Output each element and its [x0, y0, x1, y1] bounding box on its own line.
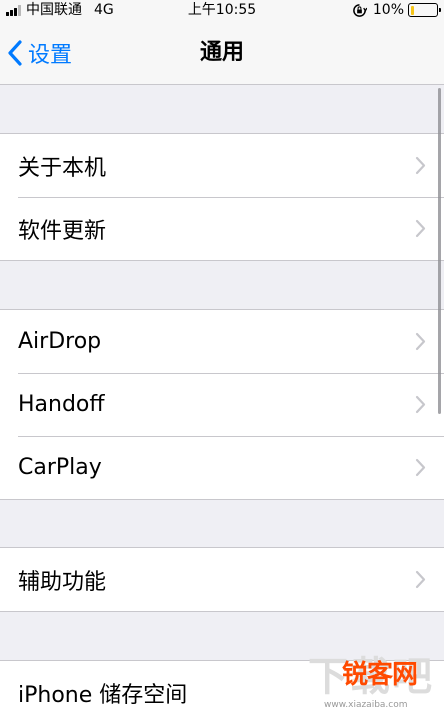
settings-group-about: 关于本机 软件更新: [0, 133, 444, 261]
list-item-label: iPhone 储存空间: [18, 682, 188, 708]
list-item-label: 辅助功能: [18, 569, 107, 595]
chevron-right-icon: [415, 219, 426, 238]
list-item-label: 关于本机: [18, 155, 107, 181]
list-item-label: Handoff: [18, 392, 105, 417]
navigation-bar: 设置 通用: [0, 20, 444, 85]
list-item-label: CarPlay: [18, 455, 102, 480]
list-item-accessibility[interactable]: 辅助功能: [0, 548, 444, 611]
status-bar: 中国联通 4G 上午10:55 10%: [0, 0, 444, 20]
settings-group-accessibility: 辅助功能: [0, 547, 444, 612]
watermark-text: 锐客网: [342, 660, 418, 690]
scrollbar[interactable]: [438, 88, 441, 414]
chevron-right-icon: [415, 156, 426, 175]
watermark-url: www.xiazaiba.com: [324, 700, 408, 710]
battery-icon: [408, 3, 441, 17]
battery-percentage: 10%: [372, 2, 404, 18]
list-item-about[interactable]: 关于本机: [0, 134, 444, 197]
watermark-logo: 下载吧 锐客网 www.xiazaiba.com: [308, 644, 438, 714]
list-item-label: 软件更新: [18, 218, 107, 244]
chevron-right-icon: [415, 332, 426, 351]
page-title: 通用: [199, 40, 244, 65]
battery-level: [410, 5, 414, 15]
rotation-lock-icon: [353, 3, 367, 17]
list-item-label: AirDrop: [18, 329, 102, 354]
settings-group-connectivity: AirDrop Handoff CarPlay: [0, 309, 444, 500]
list-item-handoff[interactable]: Handoff: [0, 373, 444, 436]
list-item-airdrop[interactable]: AirDrop: [0, 310, 444, 373]
chevron-right-icon: [415, 570, 426, 589]
chevron-right-icon: [415, 458, 426, 477]
chevron-right-icon: [415, 395, 426, 414]
list-item-carplay[interactable]: CarPlay: [0, 436, 444, 499]
status-right: 10%: [352, 0, 441, 20]
list-item-software-update[interactable]: 软件更新: [0, 197, 444, 260]
